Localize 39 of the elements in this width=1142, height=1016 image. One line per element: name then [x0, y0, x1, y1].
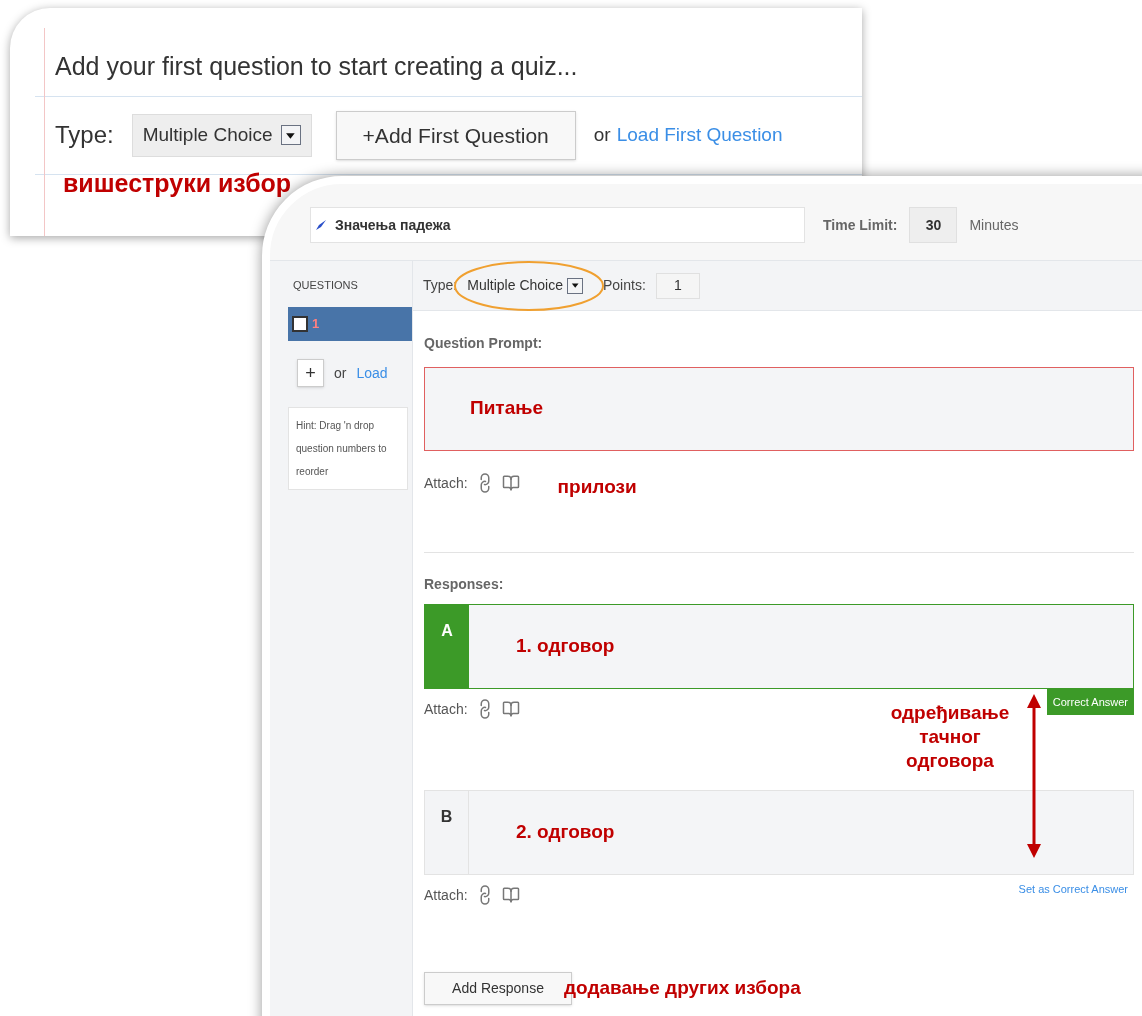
response-field[interactable]: B 2. одговор: [424, 789, 1134, 875]
attach-label: Attach:: [424, 885, 468, 905]
correct-answer-badge: Correct Answer: [1046, 688, 1134, 715]
or-text: or: [593, 123, 611, 147]
type-select[interactable]: Multiple Choice: [131, 114, 312, 157]
intro-heading: Add your first question to start creating a quiz...: [55, 51, 579, 82]
questions-heading: QUESTIONS: [292, 278, 359, 293]
question-prompt-field[interactable]: Питање: [424, 367, 1134, 451]
question-prompt-label: Question Prompt:: [424, 334, 544, 353]
time-limit-field[interactable]: 30: [909, 207, 958, 243]
type-label: Type:: [423, 276, 458, 295]
points-field[interactable]: 1: [655, 272, 700, 299]
time-limit-label: Time Limit:: [823, 215, 898, 235]
add-first-question-button[interactable]: +Add First Question: [335, 110, 576, 160]
pen-icon: [315, 219, 327, 231]
hint-text: Hint: Drag 'n drop question numbers to reorder: [288, 407, 408, 490]
type-label: Type:: [55, 120, 114, 151]
set-correct-answer-link[interactable]: Set as Correct Answer: [1018, 874, 1134, 897]
book-icon[interactable]: [501, 474, 520, 493]
question-checkbox[interactable]: [292, 316, 308, 332]
annotation-text: вишеструки избор: [63, 168, 293, 199]
minutes-label: Minutes: [969, 215, 1019, 235]
attach-label: Attach:: [424, 473, 468, 493]
attach-label: Attach:: [424, 699, 468, 719]
or-text: or: [334, 363, 347, 383]
response-letter: B: [425, 790, 469, 874]
response-text: 1. одговор: [516, 634, 615, 656]
book-icon[interactable]: [501, 886, 520, 904]
points-label: Points:: [602, 276, 646, 295]
response-field[interactable]: A 1. одговор: [424, 603, 1134, 689]
add-question-button[interactable]: +: [297, 359, 324, 387]
response-text: 2. одговор: [516, 820, 615, 842]
question-number: 1: [312, 315, 320, 334]
book-icon[interactable]: [501, 700, 520, 718]
annotation-text: одређивање тачног одговора: [889, 701, 1011, 773]
response-letter: A: [425, 604, 469, 688]
responses-label: Responses:: [424, 574, 505, 594]
quiz-title-field[interactable]: Значења падежа: [310, 207, 805, 243]
annotation-text: прилози: [557, 475, 637, 499]
